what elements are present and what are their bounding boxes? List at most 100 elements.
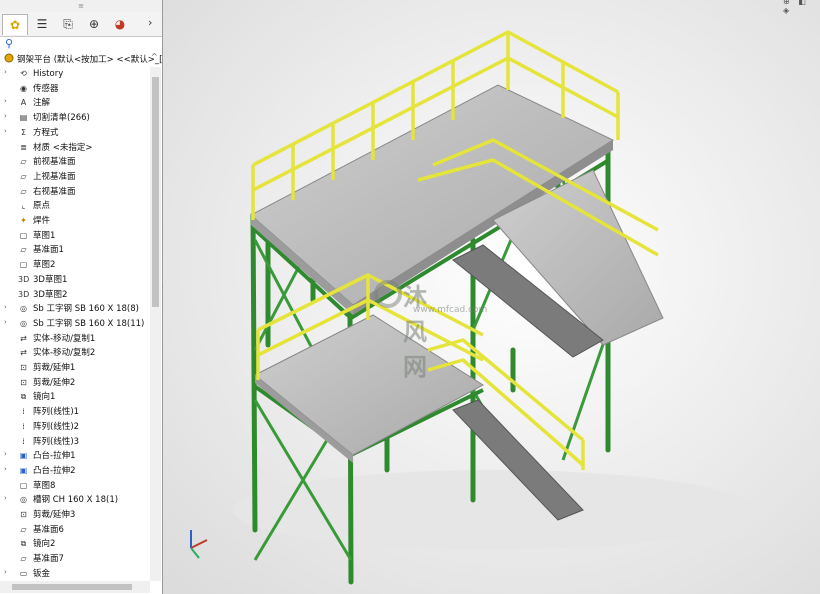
3d-sketch-icon: 3D — [18, 289, 30, 299]
tree-item[interactable]: ⊡ 剪裁/延伸3 — [0, 508, 150, 522]
chevron-right-icon[interactable]: › — [148, 16, 152, 29]
tree-item[interactable]: ▢ 草图2 — [0, 258, 150, 272]
tree-item[interactable]: ▱ 右视基准面 — [0, 185, 150, 199]
plane-icon: ▱ — [20, 171, 27, 181]
configuration-manager-tab[interactable]: ⎘ — [56, 14, 80, 34]
trim-extend-icon: ⊡ — [20, 377, 27, 387]
expand-arrow-icon[interactable]: › — [4, 127, 7, 135]
dimxpert-tab[interactable]: ⊕ — [82, 14, 106, 34]
tree-item[interactable]: ⊡ 剪裁/延伸2 — [0, 376, 150, 390]
tree-item[interactable]: 3D 3D草图1 — [0, 273, 150, 287]
tree-item[interactable]: ▱ 上视基准面 — [0, 170, 150, 184]
property-manager-tab[interactable]: ☰ — [30, 14, 54, 34]
linear-pattern-icon: ⁞ — [22, 407, 25, 417]
crosshair-icon: ⊕ — [88, 17, 100, 31]
annotation-icon: A — [20, 98, 27, 108]
tree-item[interactable]: ⁞ 阵列(线性)1 — [0, 405, 150, 419]
tree-item[interactable]: ⧉ 镜向1 — [0, 390, 150, 404]
tree-item-label: 材质 <未指定> — [33, 142, 93, 153]
material-icon: ≣ — [20, 142, 27, 152]
expand-arrow-icon[interactable]: › — [4, 450, 7, 458]
tree-item[interactable]: ⌞ 原点 — [0, 199, 150, 213]
panel-grip[interactable]: ≡ — [0, 0, 162, 12]
tree-item[interactable]: ⧉ 镜向2 — [0, 537, 150, 551]
feature-manager-tab[interactable]: ✿ — [2, 14, 28, 35]
graphics-viewport[interactable]: 沐风网 www.mfcad.com ⊕ ◧ ◈ — [163, 0, 820, 594]
sketch-icon: ▢ — [19, 230, 28, 240]
structural-member-icon: ◎ — [20, 304, 27, 314]
sketch-icon: ▢ — [19, 260, 28, 270]
expand-arrow-icon[interactable]: › — [4, 112, 7, 120]
trim-extend-icon: ⊡ — [20, 363, 27, 372]
sensor-icon: ◉ — [20, 83, 27, 93]
tree-item[interactable]: ≣ 材质 <未指定> — [0, 141, 150, 155]
tree-item[interactable]: ⁞ 阵列(线性)2 — [0, 420, 150, 434]
tree-item-label: 实体-移动/复制1 — [33, 333, 96, 344]
plane-icon: ▱ — [20, 245, 27, 255]
tree-item-label: 前视基准面 — [33, 157, 76, 168]
tree-item[interactable]: ▱ 基准面1 — [0, 243, 150, 257]
display-manager-tab[interactable]: ◕ — [108, 14, 132, 34]
sketch-icon: ▢ — [19, 480, 28, 490]
tree-item[interactable]: › ▤ 切割清单(266) — [0, 111, 150, 125]
boss-extrude-icon: ▣ — [19, 451, 28, 461]
expand-arrow-icon[interactable]: › — [4, 318, 7, 326]
tree-item-label: 镜向1 — [33, 392, 56, 403]
tree-item[interactable]: › ◎ Sb 工字钢 SB 160 X 18(11) — [0, 317, 150, 331]
expand-arrow-icon[interactable]: › — [4, 568, 7, 576]
sheet-metal-icon: ▭ — [19, 568, 28, 578]
configuration-icon: ⎘ — [63, 16, 73, 31]
expand-arrow-icon[interactable]: › — [4, 465, 7, 473]
tree-item[interactable]: › ▣ 凸台-拉伸2 — [0, 464, 150, 478]
tree-item-label: 草图1 — [33, 230, 56, 241]
cut-list-icon: ▤ — [19, 113, 28, 123]
tree-item[interactable]: › ▭ 钣金 — [0, 567, 150, 581]
tree-item[interactable]: ▱ 基准面7 — [0, 552, 150, 566]
tree-item-label: 原点 — [33, 201, 51, 212]
expand-arrow-icon[interactable]: › — [4, 303, 7, 311]
tree-item-label: 方程式 — [33, 127, 59, 138]
tree-item[interactable]: ⊡ 剪裁/延伸1 — [0, 361, 150, 375]
tree-item[interactable]: ⇄ 实体-移动/复制2 — [0, 346, 150, 360]
tree-item-label: 凸台-拉伸2 — [33, 465, 76, 476]
tree-item[interactable]: ▢ 草图8 — [0, 479, 150, 493]
tree-item-label: Sb 工字钢 SB 160 X 18(11) — [33, 318, 145, 329]
3d-sketch-icon: 3D — [18, 274, 30, 284]
tree-item[interactable]: › A 注解 — [0, 96, 150, 110]
tree-item[interactable]: ◉ 传感器 — [0, 82, 150, 96]
tree-root-row[interactable]: 钢架平台 (默认<按加工> <<默认>_[ ^ — [0, 52, 162, 66]
tree-item[interactable]: ⇄ 实体-移动/复制1 — [0, 332, 150, 346]
tree-item[interactable]: ▱ 基准面6 — [0, 523, 150, 537]
tree-item[interactable]: › Σ 方程式 — [0, 126, 150, 140]
tree-item[interactable]: › ⟲ History — [0, 67, 150, 81]
tree-item[interactable]: ⁞ 阵列(线性)3 — [0, 435, 150, 449]
chevron-up-icon[interactable]: ^ — [151, 52, 158, 61]
tree-item-label: 注解 — [33, 98, 51, 109]
tree-item-label: 草图8 — [33, 480, 56, 491]
tree-item[interactable]: › ◎ 槽钢 CH 160 X 18(1) — [0, 493, 150, 507]
tree-item[interactable]: › ▣ 凸台-拉伸1 — [0, 449, 150, 463]
horizontal-scrollbar[interactable] — [0, 581, 150, 593]
tree-item-label: 3D草图2 — [33, 289, 68, 300]
tree-item[interactable]: ▢ 草图1 — [0, 229, 150, 243]
mirror-icon: ⧉ — [20, 539, 27, 549]
tree-item-label: 实体-移动/复制2 — [33, 348, 96, 359]
tree-item-label: History — [33, 69, 64, 79]
heads-up-toolbar[interactable]: ⊕ ◧ ◈ — [783, 0, 820, 15]
tree-item[interactable]: › ◎ Sb 工字钢 SB 160 X 18(8) — [0, 302, 150, 316]
color-wheel-icon: ◕ — [114, 17, 126, 31]
horizontal-scroll-thumb[interactable] — [12, 584, 132, 590]
tree-item-label: 草图2 — [33, 260, 56, 271]
manager-tabs: ✿ ☰ ⎘ ⊕ ◕ › — [0, 12, 162, 37]
tree-item[interactable]: ✦ 焊件 — [0, 214, 150, 228]
expand-arrow-icon[interactable]: › — [4, 68, 7, 76]
vertical-scrollbar[interactable] — [150, 67, 161, 581]
vertical-scroll-thumb[interactable] — [152, 77, 159, 307]
tree-item[interactable]: 3D 3D草图2 — [0, 288, 150, 302]
expand-arrow-icon[interactable]: › — [4, 494, 7, 502]
tree-item[interactable]: ▱ 前视基准面 — [0, 155, 150, 169]
expand-arrow-icon[interactable]: › — [4, 97, 7, 105]
filter-icon[interactable]: ⚲ — [5, 37, 13, 50]
model-view[interactable] — [163, 0, 820, 594]
tree-item-label: 镜向2 — [33, 539, 56, 550]
